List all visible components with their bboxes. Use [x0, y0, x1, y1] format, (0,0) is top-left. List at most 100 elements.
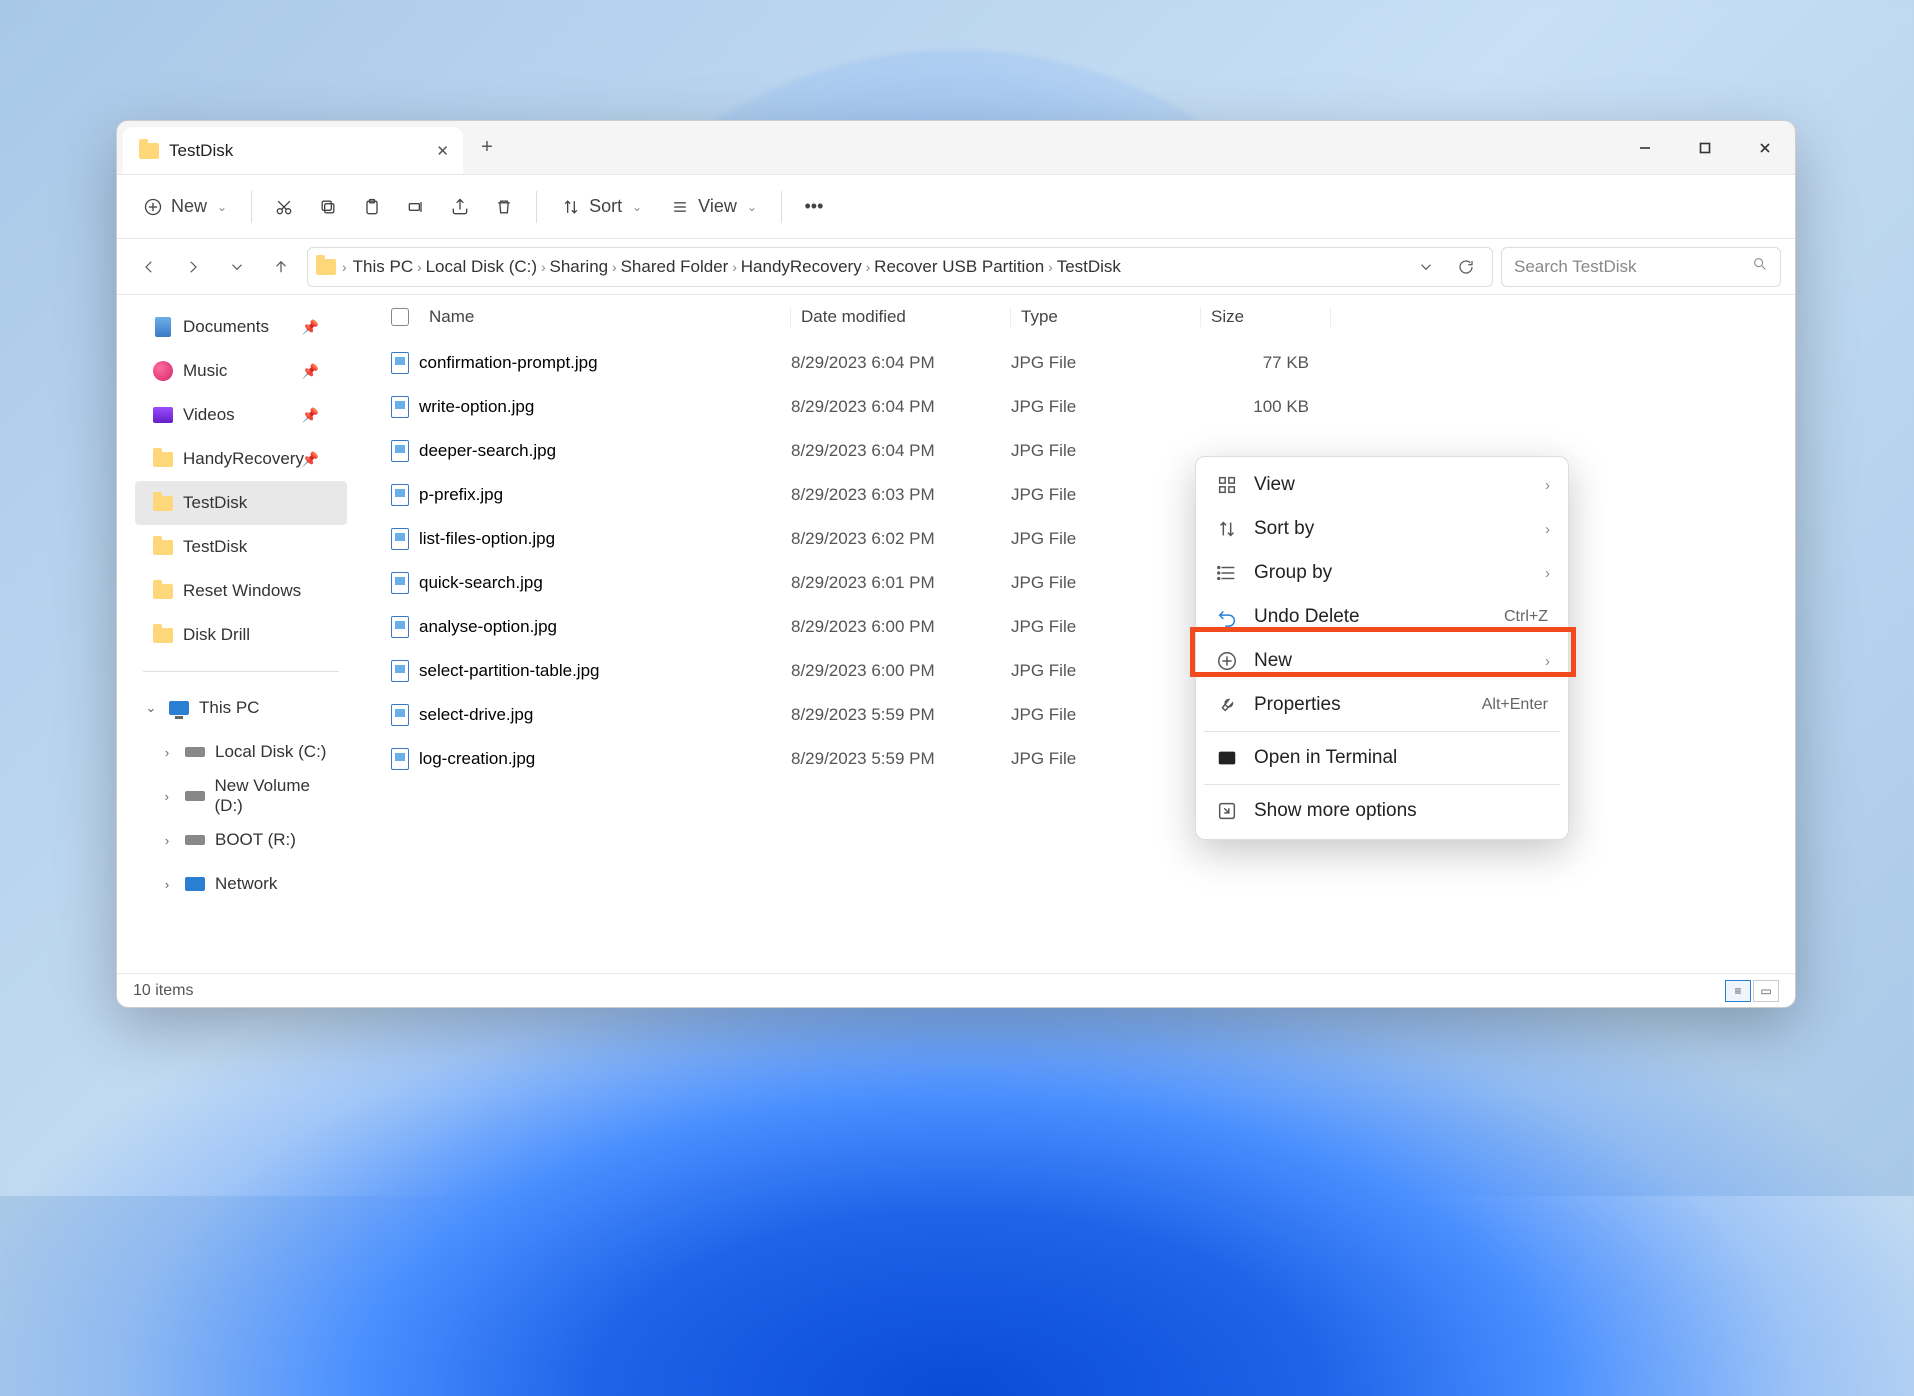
breadcrumb-segment[interactable]: TestDisk — [1057, 257, 1121, 276]
file-type: JPG File — [1011, 705, 1201, 725]
sidebar-this-pc[interactable]: ⌄This PC — [135, 686, 347, 730]
sidebar-drive[interactable]: ›Local Disk (C:) — [135, 730, 347, 774]
tab-close-button[interactable]: ✕ — [436, 142, 449, 160]
breadcrumb-segment[interactable]: Local Disk (C:) — [426, 257, 537, 276]
cut-button[interactable] — [264, 189, 304, 225]
documents-icon — [153, 317, 173, 337]
breadcrumb-segment[interactable]: Recover USB Partition — [874, 257, 1044, 276]
file-row[interactable]: write-option.jpg8/29/2023 6:04 PMJPG Fil… — [351, 385, 1795, 429]
search-input[interactable]: Search TestDisk — [1501, 247, 1781, 287]
sort-icon — [1216, 518, 1238, 540]
wrench-icon — [1216, 694, 1238, 716]
file-row[interactable]: list-files-option.jpg8/29/2023 6:02 PMJP… — [351, 517, 1795, 561]
file-name: analyse-option.jpg — [419, 617, 557, 637]
file-date: 8/29/2023 6:00 PM — [791, 617, 1011, 637]
breadcrumb-segment[interactable]: Shared Folder — [621, 257, 729, 276]
file-row[interactable]: analyse-option.jpg8/29/2023 6:00 PMJPG F… — [351, 605, 1795, 649]
context-menu-new[interactable]: New› — [1196, 639, 1568, 683]
chevron-down-icon: ⌄ — [217, 200, 227, 214]
column-date[interactable]: Date modified — [791, 307, 1011, 327]
trash-icon — [494, 197, 514, 217]
breadcrumb-segment[interactable]: Sharing — [550, 257, 609, 276]
file-name: confirmation-prompt.jpg — [419, 353, 598, 373]
breadcrumb-segment[interactable]: This PC — [353, 257, 413, 276]
sidebar-item[interactable]: TestDisk — [135, 525, 347, 569]
new-tab-button[interactable]: + — [463, 121, 511, 174]
context-menu-show-more-options[interactable]: Show more options — [1196, 789, 1568, 833]
titlebar: TestDisk ✕ + — [117, 121, 1795, 175]
delete-button[interactable] — [484, 189, 524, 225]
details-view-toggle[interactable]: ≡ — [1725, 980, 1751, 1002]
paste-button[interactable] — [352, 189, 392, 225]
maximize-button[interactable] — [1675, 121, 1735, 174]
sidebar-item[interactable]: Videos📌 — [135, 393, 347, 437]
context-menu-sort-by[interactable]: Sort by› — [1196, 507, 1568, 551]
tab-testdisk[interactable]: TestDisk ✕ — [123, 127, 463, 174]
context-menu-label: Open in Terminal — [1254, 747, 1397, 769]
pin-icon: 📌 — [302, 451, 319, 468]
file-row[interactable]: select-drive.jpg8/29/2023 5:59 PMJPG Fil… — [351, 693, 1795, 737]
rename-button[interactable] — [396, 189, 436, 225]
status-bar: 10 items ≡ ▭ — [117, 973, 1795, 1007]
view-button[interactable]: View ⌄ — [658, 188, 769, 225]
recent-button[interactable] — [219, 249, 255, 285]
sidebar-network[interactable]: ›Network — [135, 862, 347, 906]
sort-button[interactable]: Sort ⌄ — [549, 188, 654, 225]
thumbnails-view-toggle[interactable]: ▭ — [1753, 980, 1779, 1002]
column-name[interactable]: Name — [421, 307, 791, 327]
column-size[interactable]: Size — [1201, 307, 1331, 327]
copy-button[interactable] — [308, 189, 348, 225]
file-row[interactable]: quick-search.jpg8/29/2023 6:01 PMJPG Fil… — [351, 561, 1795, 605]
sidebar-item[interactable]: Music📌 — [135, 349, 347, 393]
context-menu-group-by[interactable]: Group by› — [1196, 551, 1568, 595]
file-name: deeper-search.jpg — [419, 441, 556, 461]
chevron-right-icon: › — [1545, 653, 1550, 670]
file-date: 8/29/2023 5:59 PM — [791, 705, 1011, 725]
image-file-icon — [391, 704, 409, 726]
breadcrumb[interactable]: › This PC › Local Disk (C:) › Sharing › … — [307, 247, 1493, 287]
clipboard-icon — [362, 197, 382, 217]
file-row[interactable]: select-partition-table.jpg8/29/2023 6:00… — [351, 649, 1795, 693]
share-button[interactable] — [440, 189, 480, 225]
context-menu-properties[interactable]: PropertiesAlt+Enter — [1196, 683, 1568, 727]
music-icon — [153, 361, 173, 381]
context-menu-undo-delete[interactable]: Undo DeleteCtrl+Z — [1196, 595, 1568, 639]
sidebar-item[interactable]: HandyRecovery📌 — [135, 437, 347, 481]
file-date: 8/29/2023 6:01 PM — [791, 573, 1011, 593]
up-button[interactable] — [263, 249, 299, 285]
file-date: 8/29/2023 6:03 PM — [791, 485, 1011, 505]
plus-circle-icon — [143, 197, 163, 217]
sidebar-item[interactable]: TestDisk — [135, 481, 347, 525]
sidebar-drive[interactable]: ›New Volume (D:) — [135, 774, 347, 818]
drive-icon — [185, 786, 205, 806]
share-icon — [450, 197, 470, 217]
breadcrumb-segment[interactable]: HandyRecovery — [741, 257, 862, 276]
minimize-button[interactable] — [1615, 121, 1675, 174]
close-button[interactable] — [1735, 121, 1795, 174]
sidebar-drive[interactable]: ›BOOT (R:) — [135, 818, 347, 862]
history-dropdown-button[interactable] — [1408, 249, 1444, 285]
forward-button[interactable] — [175, 249, 211, 285]
new-button[interactable]: New ⌄ — [131, 188, 239, 225]
back-button[interactable] — [131, 249, 167, 285]
column-type[interactable]: Type — [1011, 307, 1201, 327]
sidebar-item-label: Videos — [183, 405, 235, 425]
sidebar-item[interactable]: Documents📌 — [135, 305, 347, 349]
sidebar-item[interactable]: Disk Drill — [135, 613, 347, 657]
image-file-icon — [391, 396, 409, 418]
sidebar-item[interactable]: Reset Windows — [135, 569, 347, 613]
context-menu-view[interactable]: View› — [1196, 463, 1568, 507]
image-file-icon — [391, 616, 409, 638]
context-menu-open-in-terminal[interactable]: Open in Terminal — [1196, 736, 1568, 780]
file-name: list-files-option.jpg — [419, 529, 555, 549]
file-row[interactable]: deeper-search.jpg8/29/2023 6:04 PMJPG Fi… — [351, 429, 1795, 473]
shortcut-label: Ctrl+Z — [1504, 608, 1548, 626]
more-button[interactable]: ••• — [794, 189, 834, 225]
column-headers: Name Date modified Type Size — [351, 295, 1795, 339]
file-row[interactable]: p-prefix.jpg8/29/2023 6:03 PMJPG File — [351, 473, 1795, 517]
refresh-button[interactable] — [1448, 249, 1484, 285]
file-row[interactable]: log-creation.jpg8/29/2023 5:59 PMJPG Fil… — [351, 737, 1795, 781]
select-all-checkbox[interactable] — [391, 308, 409, 326]
file-row[interactable]: confirmation-prompt.jpg8/29/2023 6:04 PM… — [351, 341, 1795, 385]
file-type: JPG File — [1011, 353, 1201, 373]
